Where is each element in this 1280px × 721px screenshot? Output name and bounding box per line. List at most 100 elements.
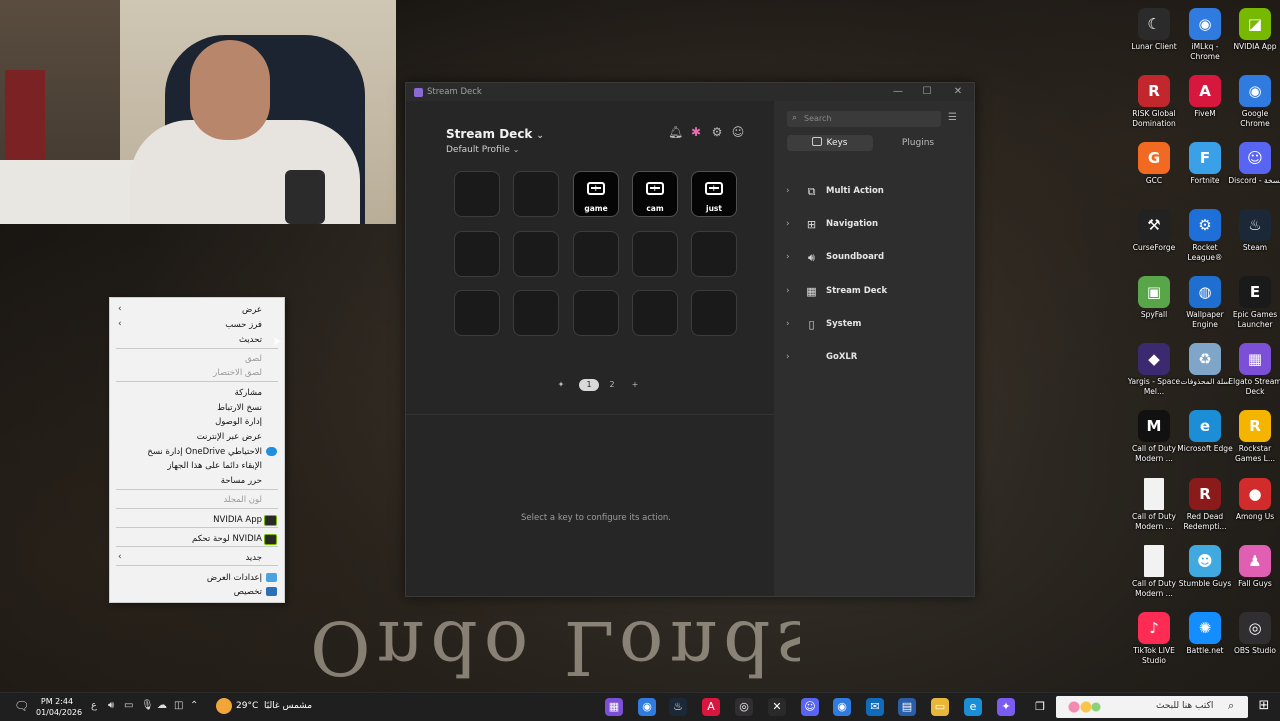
outlook-icon[interactable]: ✉ [866, 698, 884, 716]
desktop-shortcut[interactable]: ▣ SpyFall [1128, 276, 1180, 342]
desktop-shortcut[interactable]: ◍ Wallpaper Engine [1179, 276, 1231, 342]
menu-item-copy-link[interactable]: نسخ الارتباط [110, 400, 284, 414]
chrome-icon[interactable]: ◉ [833, 698, 851, 716]
weather-icon[interactable] [216, 698, 232, 714]
menu-item-refresh[interactable]: تحديث [110, 332, 284, 346]
desktop-shortcut[interactable]: ☻ Stumble Guys [1179, 545, 1231, 611]
taskbar-search[interactable]: اكتب هنا للبحث ⌕ [1056, 696, 1248, 718]
desktop-shortcut[interactable]: R Red Dead Redempti... [1179, 478, 1231, 544]
key-slot[interactable]: cam [632, 171, 678, 217]
desktop-shortcut[interactable]: F Fortnite [1179, 142, 1231, 208]
add-page-icon[interactable]: + [629, 379, 641, 391]
title-bar[interactable]: Stream Deck — ☐ ✕ [406, 83, 974, 101]
device-selector[interactable]: Stream Deck ⌄ [446, 127, 544, 141]
menu-item-nvidia-app[interactable]: NVIDIA App [110, 512, 284, 526]
key-slot[interactable] [454, 171, 500, 217]
desktop-shortcut[interactable]: ◎ OBS Studio [1229, 612, 1280, 678]
menu-item-keep-on-device[interactable]: الإبقاء دائما على هذا الجهاز [110, 458, 284, 472]
menu-item-paste[interactable]: لصق [110, 351, 284, 365]
desktop-shortcut[interactable]: Call of Duty Modern ... [1128, 545, 1180, 611]
pin-icon[interactable]: ✦ [556, 379, 566, 391]
show-hidden-icons-icon[interactable]: ⌃ [190, 700, 198, 711]
menu-item-onedrive-backup[interactable]: إدارة نسخ OneDrive الاحتياطي [110, 444, 284, 458]
desktop-shortcut[interactable]: M Call of Duty Modern ... [1128, 410, 1180, 476]
desktop-shortcut[interactable]: ◪ NVIDIA App [1229, 8, 1280, 74]
category-multi-action[interactable]: › ⧉ Multi Action [786, 183, 966, 201]
key-slot[interactable] [691, 290, 737, 336]
tab-keys[interactable]: Keys [787, 135, 873, 151]
menu-item-new[interactable]: ‹ جديد [110, 550, 284, 564]
menu-item-manage-access[interactable]: إدارة الوصول [110, 414, 284, 428]
desktop-shortcut[interactable]: ♨ Steam [1229, 209, 1280, 275]
desktop-shortcut[interactable]: G GCC [1128, 142, 1180, 208]
menu-item-folder-color[interactable]: لون المجلد [110, 492, 284, 506]
edge-icon[interactable]: e [964, 698, 982, 716]
menu-item-view[interactable]: ‹ عرض [110, 302, 284, 316]
desktop-shortcut[interactable]: ⚙ Rocket League® [1179, 209, 1231, 275]
desktop-shortcut[interactable]: ◉ iMLkq - Chrome [1179, 8, 1231, 74]
desktop-shortcut[interactable]: ⚒ CurseForge [1128, 209, 1180, 275]
desktop-shortcut[interactable]: ● Among Us [1229, 478, 1280, 544]
desktop-shortcut[interactable]: R Rockstar Games L... [1229, 410, 1280, 476]
desktop-shortcut[interactable]: ♪ TikTok LIVE Studio [1128, 612, 1180, 678]
category-navigation[interactable]: › ⊞ Navigation [786, 216, 966, 234]
stream-deck-icon[interactable]: ▦ [605, 698, 623, 716]
desktop-shortcut[interactable]: E Epic Games Launcher [1229, 276, 1280, 342]
notification-center-icon[interactable]: 🗨︎ [14, 699, 29, 713]
weather-widget[interactable]: 29°C مشمس غالبًا [236, 701, 312, 711]
language-indicator[interactable]: ع [91, 700, 97, 711]
steam-icon[interactable]: ♨ [669, 698, 687, 716]
menu-item-display-settings[interactable]: إعدادات العرض [110, 570, 284, 584]
maximize-button[interactable]: ☐ [917, 85, 937, 99]
menu-item-view-online[interactable]: عرض عبر الإنترنت [110, 429, 284, 443]
key-slot[interactable] [691, 231, 737, 277]
copilot-icon[interactable]: ✦ [997, 698, 1015, 716]
key-slot[interactable]: just [691, 171, 737, 217]
store-icon[interactable]: ▤ [898, 698, 916, 716]
clock[interactable]: PM 2:44 01/04/2026 [36, 696, 82, 718]
desktop-shortcut[interactable]: ▦ Elgato Stream Deck [1228, 343, 1280, 409]
key-slot[interactable] [454, 290, 500, 336]
profile-selector[interactable]: Default Profile ⌄ [446, 145, 519, 155]
xbox-icon[interactable]: ✕ [768, 698, 786, 716]
account-icon[interactable]: ☺ [731, 125, 745, 139]
desktop-shortcut[interactable]: ✺ Battle.net [1179, 612, 1231, 678]
file-explorer-icon[interactable]: ▭ [931, 698, 949, 716]
minimize-button[interactable]: — [888, 85, 908, 99]
key-slot[interactable] [632, 231, 678, 277]
menu-item-free-up-space[interactable]: حرر مساحة [110, 473, 284, 487]
desktop-shortcut[interactable]: A FiveM [1179, 75, 1231, 141]
start-button-icon[interactable]: ⊞ [1256, 698, 1272, 714]
bell-icon[interactable]: 🔔︎ [668, 125, 683, 139]
desktop-shortcut[interactable]: ☾ Lunar Client [1128, 8, 1180, 74]
desktop-shortcut[interactable]: ♻ سلة المحذوفات [1179, 343, 1231, 409]
camera-icon[interactable]: ◫ [174, 700, 183, 711]
key-slot[interactable] [573, 290, 619, 336]
key-slot[interactable]: game [573, 171, 619, 217]
onedrive-icon[interactable]: ☁ [157, 700, 167, 711]
key-slot[interactable] [632, 290, 678, 336]
tab-plugins[interactable]: Plugins [875, 135, 961, 151]
key-slot[interactable] [513, 231, 559, 277]
display-icon[interactable]: ▭ [124, 700, 133, 711]
category-soundboard[interactable]: › 🔊︎ Soundboard [786, 249, 966, 267]
close-button[interactable]: ✕ [948, 85, 968, 99]
list-view-icon[interactable]: ☰ [948, 112, 957, 123]
gear-icon[interactable]: ⚙ [710, 125, 724, 139]
key-slot[interactable] [454, 231, 500, 277]
menu-item-sort-by[interactable]: ‹ فرز حسب [110, 317, 284, 331]
marketplace-icon[interactable]: ✱ [689, 125, 703, 139]
desktop-shortcut[interactable]: ◉ Google Chrome [1229, 75, 1280, 141]
category-goxlr[interactable]: › GoXLR [786, 349, 966, 367]
desktop-shortcut[interactable]: R RISK Global Domination [1128, 75, 1180, 141]
desktop-shortcut[interactable]: ♟ Fall Guys [1229, 545, 1280, 611]
menu-item-nvidia-control-panel[interactable]: لوحة تحكم NVIDIA [110, 531, 284, 545]
category-system[interactable]: › ▯ System [786, 316, 966, 334]
key-slot[interactable] [513, 171, 559, 217]
menu-item-paste-shortcut[interactable]: لصق الاختصار [110, 365, 284, 379]
page-button-1[interactable]: 1 [579, 379, 599, 391]
desktop-shortcut[interactable]: Call of Duty Modern ... [1128, 478, 1180, 544]
key-slot[interactable] [513, 290, 559, 336]
key-slot[interactable] [573, 231, 619, 277]
menu-item-share[interactable]: مشاركة [110, 385, 284, 399]
